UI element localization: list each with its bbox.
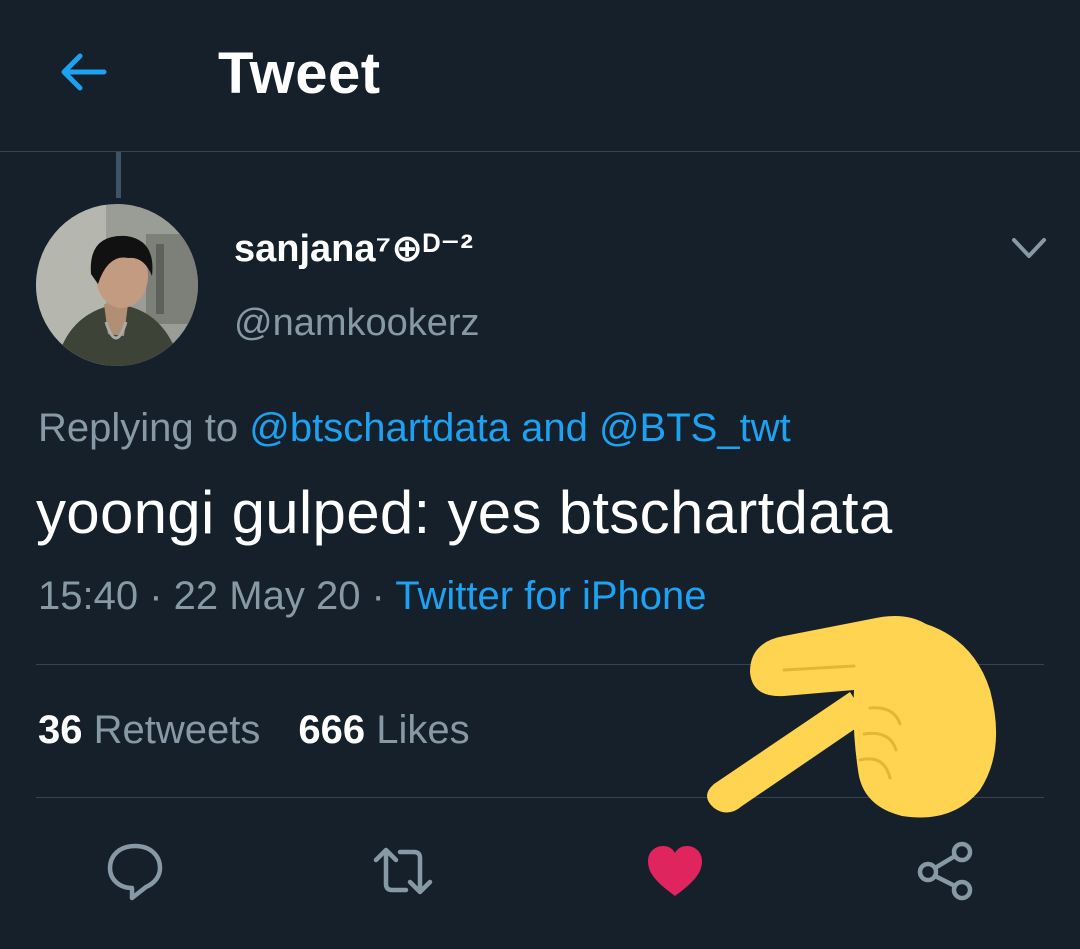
author-handle[interactable]: @namkookerz: [234, 302, 480, 345]
meta-separator: ·: [138, 574, 174, 618]
meta-separator: ·: [360, 574, 396, 618]
share-button[interactable]: [912, 838, 978, 904]
tweet-meta: 15:40 · 22 May 20 · Twitter for iPhone: [38, 574, 707, 619]
retweet-arrows-icon: [373, 847, 433, 895]
avatar[interactable]: [36, 204, 198, 366]
author-display-name[interactable]: sanjana⁷⊕ᴰ⁻²: [234, 226, 473, 271]
likes-stat[interactable]: 666 Likes: [298, 708, 469, 752]
replying-to-line: Replying to @btschartdata and @BTS_twt: [38, 406, 791, 451]
pointing-hand-emoji: [680, 610, 1010, 840]
tweet-date: 22 May 20: [173, 574, 361, 618]
replying-prefix: Replying to: [38, 406, 250, 450]
reply-button[interactable]: [102, 838, 168, 904]
chevron-down-icon: [1012, 238, 1046, 258]
heart-icon: [648, 846, 702, 896]
mention-link[interactable]: @BTS_twt: [599, 406, 791, 450]
retweets-count: 36: [38, 708, 83, 752]
tweet-text: yoongi gulped: yes btschartdata: [36, 479, 893, 546]
retweet-button[interactable]: [370, 838, 436, 904]
retweets-label: Retweets: [93, 708, 261, 752]
mention-link[interactable]: @btschartdata: [249, 406, 510, 450]
like-button[interactable]: [642, 838, 708, 904]
tweet-menu-button[interactable]: [1008, 230, 1050, 266]
speech-bubble-icon: [107, 843, 163, 901]
likes-label: Likes: [376, 708, 470, 752]
tweet-time: 15:40: [38, 574, 139, 618]
likes-count: 666: [298, 708, 366, 752]
arrow-left-icon: [61, 53, 107, 91]
back-button[interactable]: [56, 48, 112, 96]
page-title: Tweet: [218, 41, 381, 106]
retweets-stat[interactable]: 36 Retweets: [38, 708, 260, 752]
tweet-source-link[interactable]: Twitter for iPhone: [395, 574, 706, 618]
tweet-stats: 36 Retweets 666 Likes: [38, 708, 470, 753]
app-header: Tweet: [0, 0, 1080, 152]
thread-connector-line: [116, 152, 121, 198]
share-icon: [917, 841, 973, 901]
mention-conjunction[interactable]: and: [510, 406, 599, 450]
